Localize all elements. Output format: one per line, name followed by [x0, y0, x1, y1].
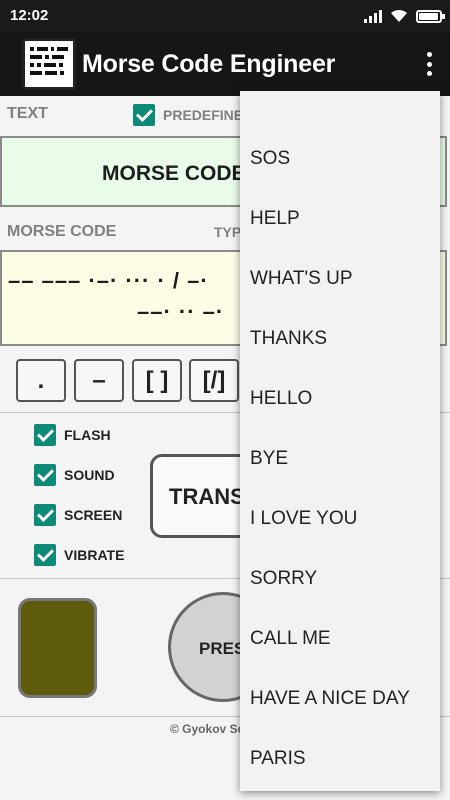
menu-item[interactable]: I LOVE YOU	[240, 489, 440, 549]
app-bar: Morse Code Engineer	[0, 32, 450, 96]
status-bar: 12:02	[0, 0, 450, 32]
screen-checkbox[interactable]	[34, 504, 56, 526]
morse-line-2: ––· ·· –·	[137, 299, 225, 324]
menu-item[interactable]: WHAT'S UP	[240, 249, 440, 309]
word-space-key-button[interactable]: [/]	[189, 359, 239, 402]
press-label: PRES	[199, 639, 246, 658]
menu-item[interactable]: SORRY	[240, 549, 440, 609]
letter-space-key-button[interactable]: [ ]	[132, 359, 182, 402]
menu-item[interactable]: CALL ME	[240, 609, 440, 669]
flash-checkbox[interactable]	[34, 424, 56, 446]
sound-checkbox[interactable]	[34, 464, 56, 486]
morse-app-icon	[22, 38, 76, 90]
wifi-icon	[391, 9, 407, 22]
screen-label: SCREEN	[64, 507, 123, 523]
morse-line-1: –– ––– ·–· ··· · / –·	[8, 268, 209, 293]
menu-item[interactable]: HAVE A NICE DAY	[240, 669, 440, 729]
predefined-label: PREDEFINE	[163, 107, 244, 123]
sound-label: SOUND	[64, 467, 115, 483]
copyright-footer: © Gyokov Sc	[170, 722, 245, 736]
menu-item[interactable]: HELP	[240, 189, 440, 249]
status-icons	[364, 8, 445, 24]
menu-item[interactable]: PARIS	[240, 729, 440, 789]
vibrate-checkbox[interactable]	[34, 544, 56, 566]
menu-item[interactable]: SOS	[240, 129, 440, 189]
menu-item[interactable]: BYE	[240, 429, 440, 489]
signal-icon	[364, 9, 382, 23]
app-title: Morse Code Engineer	[82, 50, 336, 78]
predefined-messages-menu: SOS HELP WHAT'S UP THANKS HELLO BYE I LOVE YOU…	[240, 91, 440, 791]
text-label: TEXT	[7, 105, 48, 122]
flash-lamp-indicator	[18, 598, 97, 698]
battery-icon	[416, 9, 445, 23]
status-time: 12:02	[10, 7, 49, 24]
text-value: MORSE CODE	[102, 162, 246, 185]
predefined-checkbox[interactable]	[133, 104, 155, 126]
overflow-menu-icon[interactable]	[422, 50, 436, 78]
dot-key-button[interactable]: .	[16, 359, 66, 402]
menu-item[interactable]: THANKS	[240, 309, 440, 369]
dash-key-button[interactable]: –	[74, 359, 124, 402]
flash-label: FLASH	[64, 427, 111, 443]
translate-label: TRANS	[169, 484, 245, 509]
morse-code-label: MORSE CODE	[7, 223, 117, 240]
type-label: TYP	[214, 224, 242, 240]
vibrate-label: VIBRATE	[64, 547, 125, 563]
menu-item[interactable]: HELLO	[240, 369, 440, 429]
